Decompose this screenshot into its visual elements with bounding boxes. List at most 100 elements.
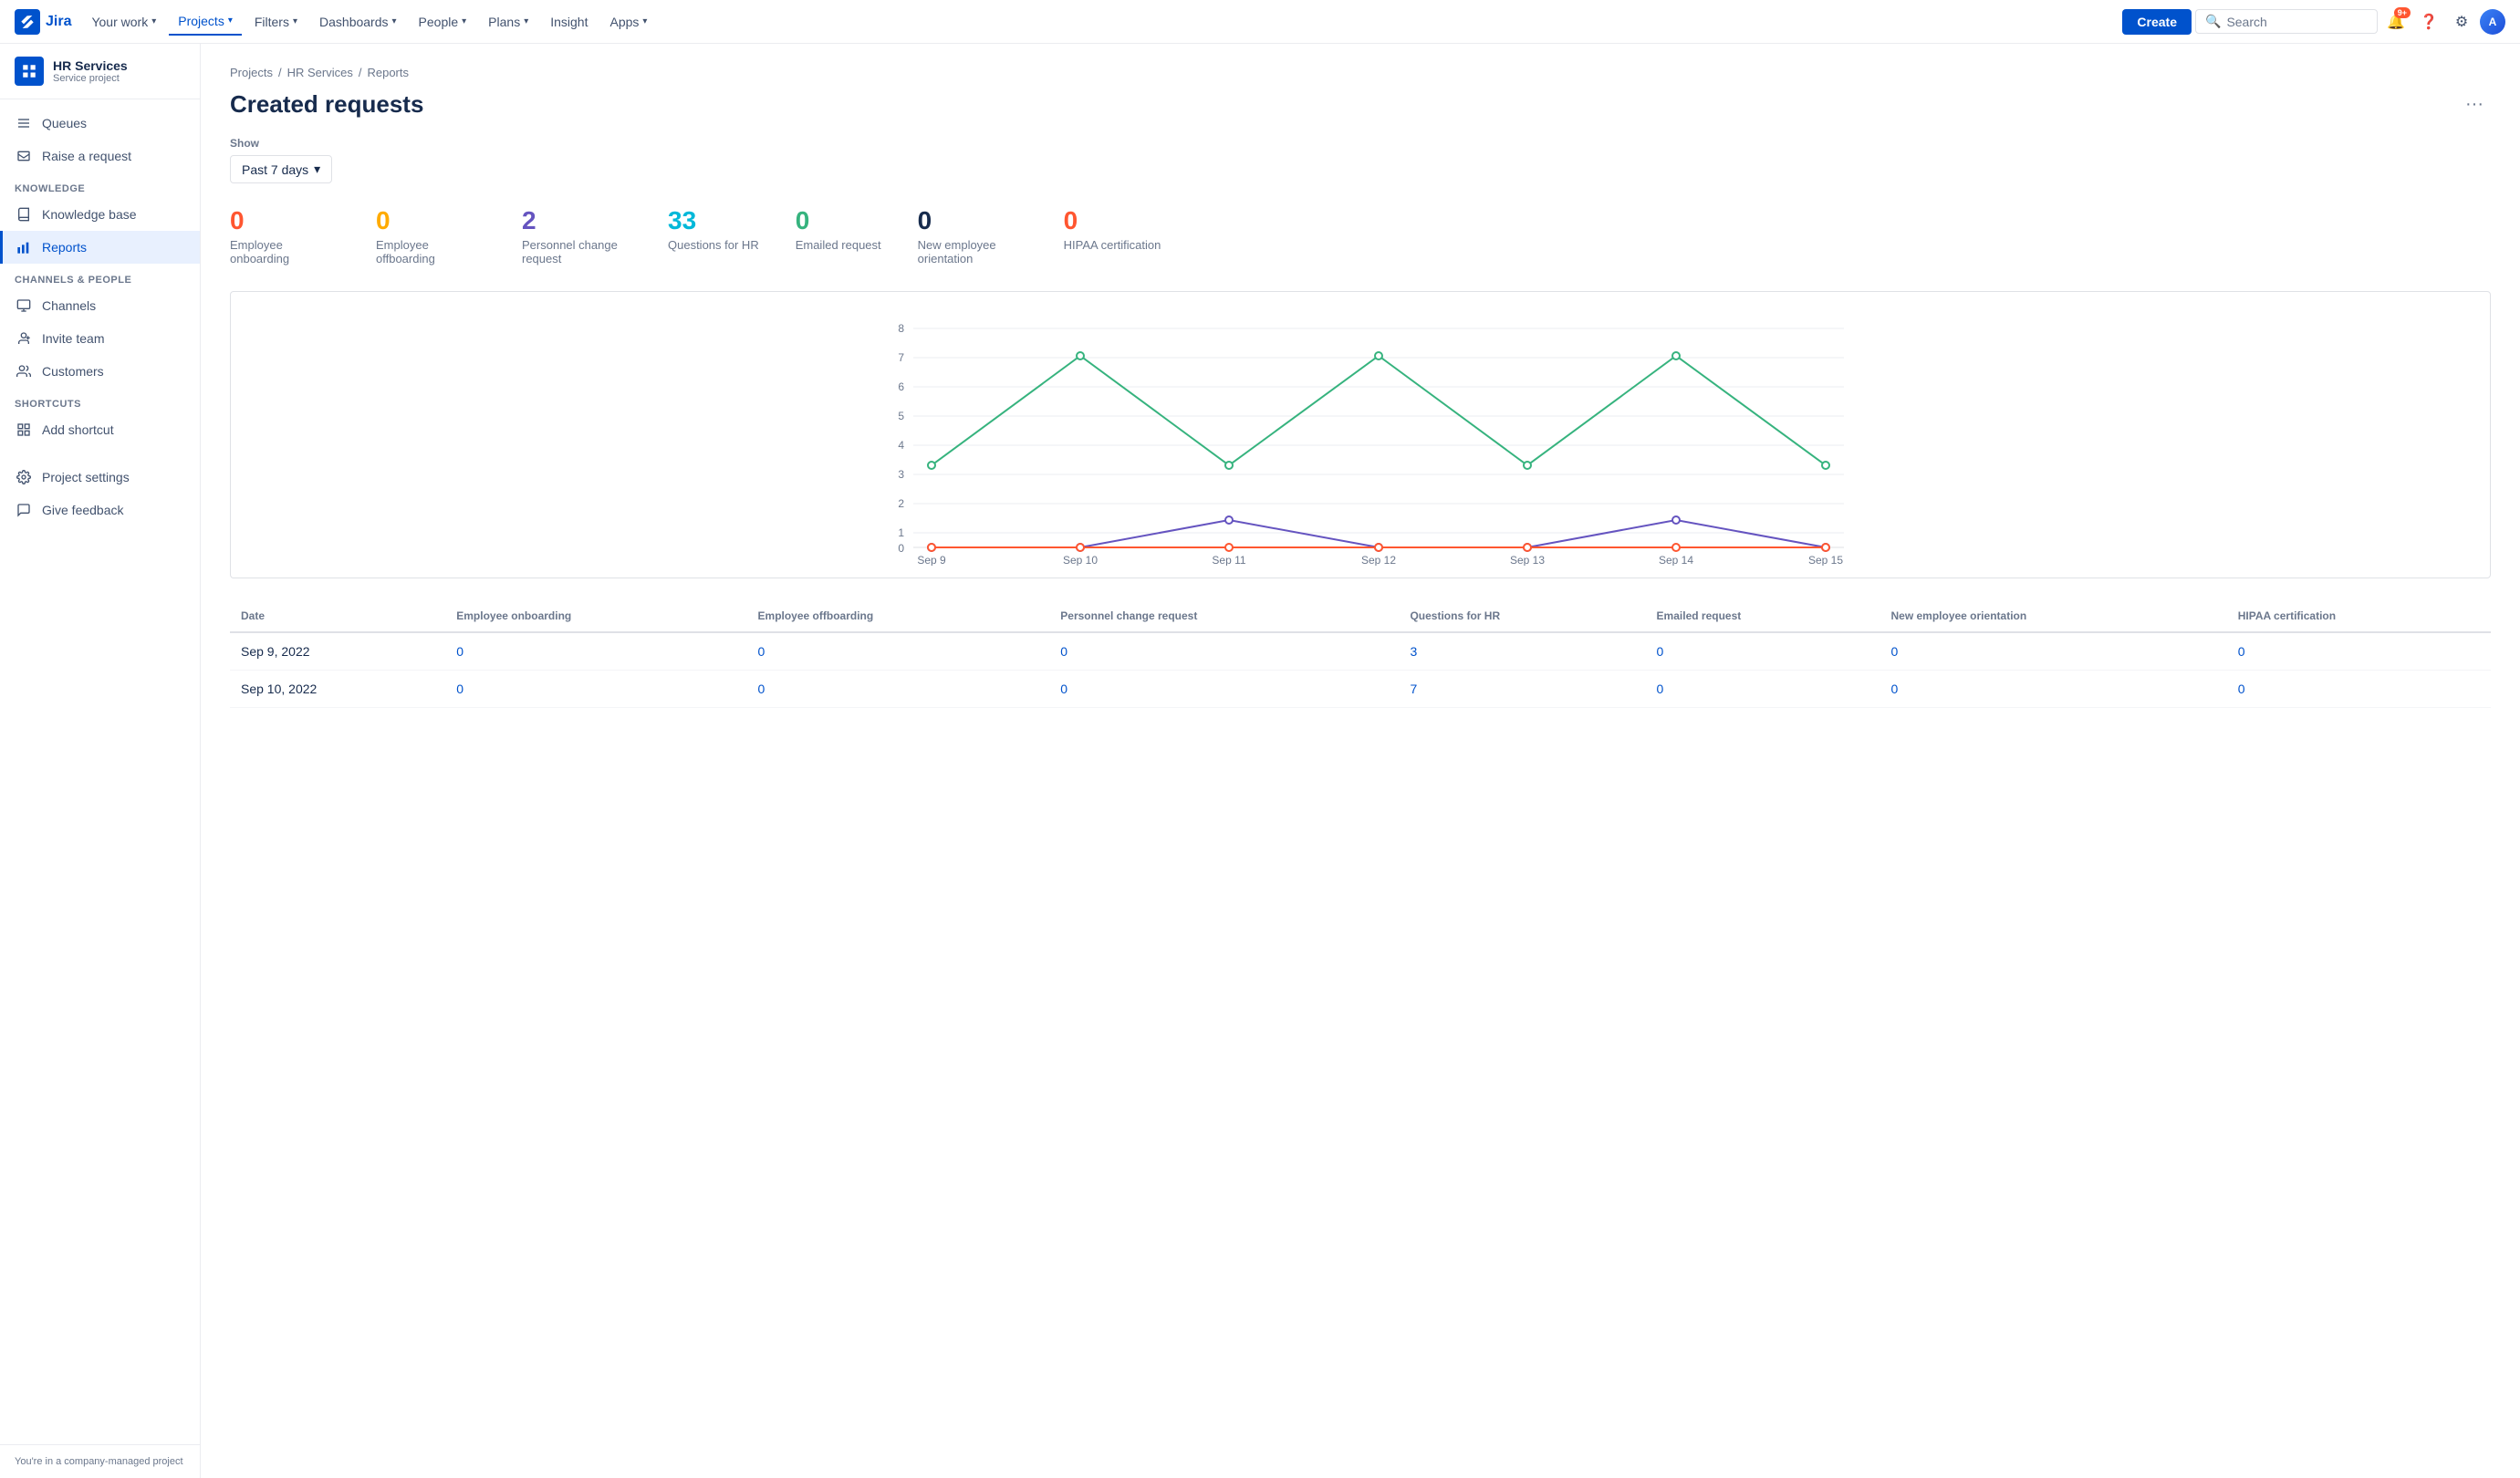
channels-section-label: CHANNELS & PEOPLE xyxy=(0,264,200,289)
stat-label: Employee offboarding xyxy=(376,238,485,265)
notifications-button[interactable]: 🔔 9+ xyxy=(2381,7,2411,36)
channels-icon xyxy=(15,297,33,315)
sidebar-item-reports[interactable]: Reports xyxy=(0,231,200,264)
row-offboarding: 0 xyxy=(747,632,1050,671)
chevron-down-icon: ▾ xyxy=(524,16,528,26)
top-navigation: Jira Your work ▾ Projects ▾ Filters ▾ Da… xyxy=(0,0,2520,44)
breadcrumb-sep-1: / xyxy=(278,66,282,79)
svg-text:2: 2 xyxy=(898,497,904,510)
stat-new-employee-orientation[interactable]: 0 New employee orientation xyxy=(918,205,1027,265)
nav-plans[interactable]: Plans ▾ xyxy=(479,9,537,35)
svg-text:Sep 13: Sep 13 xyxy=(1510,554,1545,566)
col-new-employee: New employee orientation xyxy=(1880,600,2226,632)
nav-insight[interactable]: Insight xyxy=(541,9,597,35)
sidebar-item-invite-team[interactable]: Invite team xyxy=(0,322,200,355)
jira-logo-text: Jira xyxy=(46,14,71,30)
company-managed-label: You're in a company-managed project xyxy=(15,1456,185,1467)
sidebar-item-knowledge-base[interactable]: Knowledge base xyxy=(0,198,200,231)
stat-label: Personnel change request xyxy=(522,238,631,265)
sidebar-footer: You're in a company-managed project xyxy=(0,1444,200,1478)
stat-label: Emailed request xyxy=(796,238,881,252)
nav-your-work[interactable]: Your work ▾ xyxy=(82,9,165,35)
stat-questions-hr[interactable]: 33 Questions for HR xyxy=(668,205,759,265)
nav-apps[interactable]: Apps ▾ xyxy=(600,9,656,35)
breadcrumb-sep-2: / xyxy=(359,66,362,79)
stat-label: Employee onboarding xyxy=(230,238,339,265)
stat-label: HIPAA certification xyxy=(1064,238,1161,252)
table-row: Sep 10, 2022 0 0 0 7 0 0 0 xyxy=(230,670,2491,707)
page-title: Created requests xyxy=(230,90,423,119)
breadcrumb-reports: Reports xyxy=(367,66,409,79)
jira-logo[interactable]: Jira xyxy=(15,9,71,35)
chevron-down-icon: ▾ xyxy=(314,161,320,177)
queues-icon xyxy=(15,114,33,132)
page-header: Created requests ··· xyxy=(230,90,2491,119)
row-onboarding: 0 xyxy=(445,632,746,671)
nav-projects[interactable]: Projects ▾ xyxy=(169,8,242,36)
stat-number: 33 xyxy=(668,205,759,236)
chevron-down-icon: ▾ xyxy=(392,16,397,26)
settings-button[interactable]: ⚙ xyxy=(2447,7,2476,36)
invite-team-icon xyxy=(15,329,33,348)
sidebar-item-channels[interactable]: Channels xyxy=(0,289,200,322)
nav-people[interactable]: People ▾ xyxy=(410,9,476,35)
col-date: Date xyxy=(230,600,445,632)
nav-filters[interactable]: Filters ▾ xyxy=(245,9,307,35)
stat-employee-onboarding[interactable]: 0 Employee onboarding xyxy=(230,205,339,265)
stat-number: 0 xyxy=(230,205,339,236)
nav-dashboards[interactable]: Dashboards ▾ xyxy=(310,9,406,35)
sidebar-item-add-shortcut[interactable]: Add shortcut xyxy=(0,413,200,446)
stat-number: 0 xyxy=(796,205,881,236)
col-personnel-change: Personnel change request xyxy=(1049,600,1399,632)
reports-icon xyxy=(15,238,33,256)
col-emailed-request: Emailed request xyxy=(1646,600,1880,632)
main-content: Projects / HR Services / Reports Created… xyxy=(201,44,2520,1478)
sidebar-item-raise-request[interactable]: Raise a request xyxy=(0,140,200,172)
breadcrumb-projects[interactable]: Projects xyxy=(230,66,273,79)
line-chart: 8 7 6 5 4 3 2 1 0 xyxy=(249,310,2472,566)
sidebar-item-give-feedback[interactable]: Give feedback xyxy=(0,494,200,526)
knowledge-section-label: KNOWLEDGE xyxy=(0,172,200,198)
svg-text:Sep 12: Sep 12 xyxy=(1361,554,1396,566)
sidebar-item-customers[interactable]: Customers xyxy=(0,355,200,388)
breadcrumb-hr-services[interactable]: HR Services xyxy=(287,66,353,79)
svg-text:6: 6 xyxy=(898,380,904,393)
sidebar: HR Services Service project Queues Raise… xyxy=(0,44,201,1478)
search-bar[interactable]: 🔍 Search xyxy=(2195,9,2378,34)
stats-row: 0 Employee onboarding 0 Employee offboar… xyxy=(230,205,2491,265)
stat-label: New employee orientation xyxy=(918,238,1027,265)
show-label: Show xyxy=(230,137,2491,150)
help-button[interactable]: ❓ xyxy=(2414,7,2443,36)
more-options-button[interactable]: ··· xyxy=(2458,90,2491,119)
stat-number: 0 xyxy=(376,205,485,236)
give-feedback-icon xyxy=(15,501,33,519)
chart-container: 8 7 6 5 4 3 2 1 0 xyxy=(230,291,2491,578)
stat-personnel-change[interactable]: 2 Personnel change request xyxy=(522,205,631,265)
svg-text:Sep 15: Sep 15 xyxy=(1808,554,1843,566)
project-icon xyxy=(15,57,44,86)
svg-text:Sep 14: Sep 14 xyxy=(1659,554,1693,566)
stat-employee-offboarding[interactable]: 0 Employee offboarding xyxy=(376,205,485,265)
sidebar-project-header[interactable]: HR Services Service project xyxy=(0,44,200,99)
chevron-down-icon: ▾ xyxy=(228,16,233,26)
stat-label: Questions for HR xyxy=(668,238,759,252)
stat-emailed-request[interactable]: 0 Emailed request xyxy=(796,205,881,265)
sidebar-item-project-settings[interactable]: Project settings xyxy=(0,461,200,494)
chevron-down-icon: ▾ xyxy=(462,16,466,26)
sidebar-item-queues[interactable]: Queues xyxy=(0,107,200,140)
user-avatar[interactable]: A xyxy=(2480,9,2505,35)
customers-icon xyxy=(15,362,33,380)
row-hipaa: 0 xyxy=(2227,632,2491,671)
row-offboarding: 0 xyxy=(747,670,1050,707)
show-dropdown[interactable]: Past 7 days ▾ xyxy=(230,155,332,183)
svg-text:3: 3 xyxy=(898,468,904,481)
app-body: HR Services Service project Queues Raise… xyxy=(0,44,2520,1478)
search-icon: 🔍 xyxy=(2205,14,2221,29)
stat-hipaa-certification[interactable]: 0 HIPAA certification xyxy=(1064,205,1161,265)
data-table: Date Employee onboarding Employee offboa… xyxy=(230,600,2491,708)
stat-number: 0 xyxy=(918,205,1027,236)
add-shortcut-icon xyxy=(15,421,33,439)
svg-text:4: 4 xyxy=(898,439,904,452)
show-value: Past 7 days xyxy=(242,162,308,177)
create-button[interactable]: Create xyxy=(2122,9,2192,35)
